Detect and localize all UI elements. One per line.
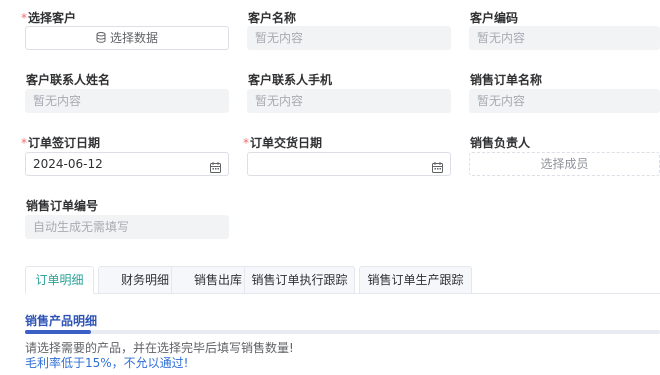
contact-name-label: 客户联系人姓名 (26, 73, 111, 87)
customer-name-input: 暂无内容 (247, 26, 451, 50)
sign-date-picker[interactable]: 2024-06-12 (25, 152, 229, 176)
tab-order-detail[interactable]: 订单明细 (25, 266, 94, 294)
sign-date-value: 2024-06-12 (33, 157, 103, 171)
order-name-label: 销售订单名称 (470, 73, 543, 87)
section-warning-text: 毛利率低于15%，不允以通过! (25, 356, 189, 370)
database-icon (96, 28, 106, 50)
delivery-date-picker[interactable] (247, 152, 451, 176)
customer-code-input: 暂无内容 (469, 26, 660, 50)
calendar-icon[interactable] (210, 158, 221, 173)
calendar-icon[interactable] (432, 158, 443, 173)
section-title: 销售产品明细 (25, 314, 98, 328)
required-mark: * (21, 11, 27, 25)
customer-code-label: 客户编码 (470, 11, 519, 25)
contact-phone-input: 暂无内容 (247, 89, 451, 113)
section-underline-accent (25, 330, 91, 334)
customer-select-label: *选择客户 (21, 11, 77, 25)
required-mark: * (21, 136, 27, 150)
delivery-date-label: *订单交货日期 (243, 136, 323, 150)
select-member-button[interactable]: 选择成员 (469, 152, 660, 176)
tab-order-production-tracking[interactable]: 销售订单生产跟踪 (359, 266, 472, 294)
tab-order-execution-tracking[interactable]: 销售订单执行跟踪 (244, 266, 355, 294)
sign-date-label: *订单签订日期 (21, 136, 101, 150)
contact-name-input: 暂无内容 (25, 89, 229, 113)
order-number-input: 自动生成无需填写 (25, 215, 229, 239)
customer-name-label: 客户名称 (248, 11, 297, 25)
order-number-label: 销售订单编号 (26, 199, 99, 213)
order-name-input: 暂无内容 (469, 89, 660, 113)
section-underline (25, 330, 660, 334)
select-data-button[interactable]: 选择数据 (25, 26, 229, 50)
detail-tabs: 订单明细 财务明细 销售出库 销售订单执行跟踪 销售订单生产跟踪 (25, 266, 660, 294)
required-mark: * (243, 136, 249, 150)
contact-phone-label: 客户联系人手机 (248, 73, 333, 87)
sales-owner-label: 销售负责人 (470, 136, 531, 150)
